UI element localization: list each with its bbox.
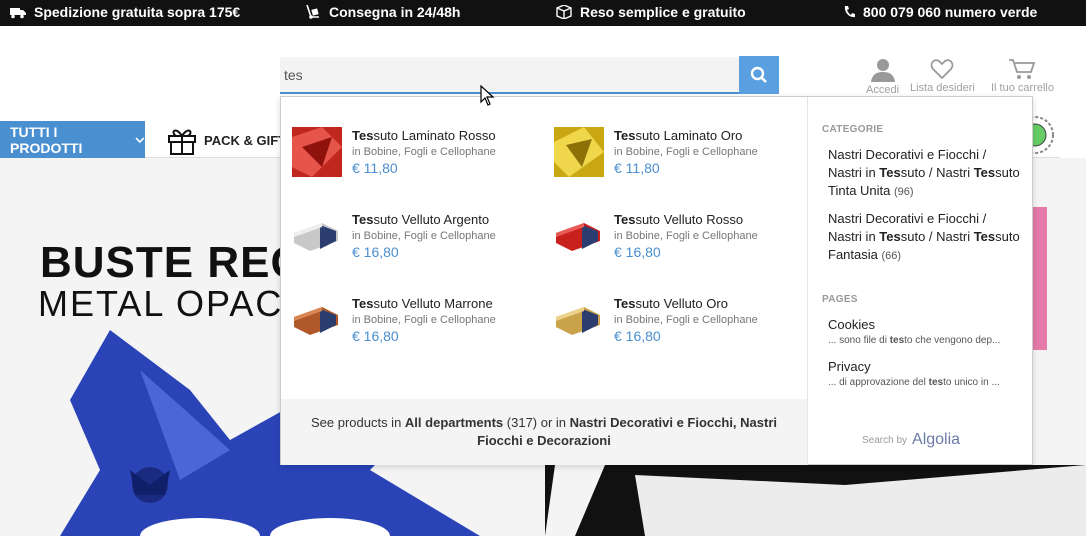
product-name: Tessuto Laminato Rosso xyxy=(352,128,496,143)
product-name: Tessuto Velluto Rosso xyxy=(614,212,744,227)
product-suggestion[interactable]: Tessuto Velluto Rosso in Bobine, Fogli e… xyxy=(543,204,805,264)
see-all-products-bar[interactable]: See products in All departments (317) or… xyxy=(281,399,807,465)
pages-header: PAGES xyxy=(822,294,858,305)
category-count: (66) xyxy=(881,250,902,262)
product-category: in Bobine, Fogli e Cellophane xyxy=(352,146,496,158)
product-thumbnail xyxy=(294,223,338,251)
suggestions-sidebar: CATEGORIE Nastri Decorativi e Fiocchi / … xyxy=(807,97,1033,465)
category-suggestion[interactable]: Nastri Decorativi e Fiocchi / Nastri in … xyxy=(828,146,1023,201)
heart-icon xyxy=(931,59,954,80)
all-products-label: TUTTI I PRODOTTI xyxy=(10,123,83,156)
pack-gift-label: PACK & GIFT xyxy=(204,132,287,148)
product-price: € 16,80 xyxy=(614,328,661,344)
shipping-info: Spedizione gratuita sopra 175€ xyxy=(10,0,240,26)
category-suggestion[interactable]: Nastri Decorativi e Fiocchi / Nastri in … xyxy=(828,210,1023,265)
category-count: (96) xyxy=(894,186,914,198)
product-name: Tessuto Velluto Oro xyxy=(614,296,728,311)
page-suggestion-title[interactable]: Cookies xyxy=(828,317,875,332)
truck-icon xyxy=(10,8,26,19)
hand-truck-icon xyxy=(306,5,319,19)
all-products-menu[interactable]: TUTTI I PRODOTTI xyxy=(0,121,145,158)
product-name: Tessuto Laminato Oro xyxy=(614,128,743,143)
box-icon xyxy=(556,5,572,19)
product-category: in Bobine, Fogli e Cellophane xyxy=(614,230,758,242)
product-suggestion[interactable]: Tessuto Velluto Argento in Bobine, Fogli… xyxy=(281,204,543,264)
product-thumbnail xyxy=(556,307,600,335)
product-price: € 11,80 xyxy=(614,160,660,176)
account-label: Accedi xyxy=(866,84,900,96)
product-price: € 16,80 xyxy=(352,244,399,260)
returns-info: Reso semplice e gratuito xyxy=(556,0,746,26)
algolia-logo: Algolia xyxy=(912,431,961,448)
product-suggestion[interactable]: Tessuto Velluto Oro in Bobine, Fogli e C… xyxy=(543,288,805,348)
product-suggestion[interactable]: Tessuto Laminato Rosso in Bobine, Fogli … xyxy=(281,120,543,180)
promo-strip xyxy=(1033,207,1047,350)
product-thumbnail xyxy=(294,307,338,335)
gift-icon xyxy=(168,129,196,155)
see-all-products-text: See products in All departments (317) or… xyxy=(310,415,778,448)
delivery-info: Consegna in 24/48h xyxy=(305,0,460,26)
product-thumbnail xyxy=(292,127,342,177)
search-by-label: Search by xyxy=(862,434,908,446)
account-link[interactable]: Accedi xyxy=(866,58,899,96)
product-price: € 16,80 xyxy=(352,328,399,344)
product-thumbnail xyxy=(554,127,604,177)
cart-icon xyxy=(1009,59,1036,79)
phone-text: 800 079 060 numero verde xyxy=(863,4,1038,20)
search-by-algolia[interactable]: Search by Algolia xyxy=(862,431,960,449)
wishlist-link[interactable]: Lista desideri xyxy=(910,58,975,94)
product-name: Tessuto Velluto Argento xyxy=(352,212,490,227)
product-suggestion[interactable]: Tessuto Velluto Marrone in Bobine, Fogli… xyxy=(281,288,543,348)
product-category: in Bobine, Fogli e Cellophane xyxy=(614,314,758,326)
product-price: € 11,80 xyxy=(352,160,398,176)
phone-icon xyxy=(844,6,855,18)
user-icon xyxy=(870,59,895,82)
product-suggestions: Tessuto Laminato Rosso in Bobine, Fogli … xyxy=(281,97,807,399)
search-input[interactable] xyxy=(280,57,739,92)
top-bar: Spedizione gratuita sopra 175€ Consegna … xyxy=(0,0,1086,26)
product-category: in Bobine, Fogli e Cellophane xyxy=(352,314,496,326)
product-category: in Bobine, Fogli e Cellophane xyxy=(614,146,758,158)
page: Spedizione gratuita sopra 175€ Consegna … xyxy=(0,0,1086,536)
chevron-down-icon xyxy=(135,136,145,143)
page-suggestion-snippet: ... di approvazione del testo unico in .… xyxy=(828,377,1000,388)
product-thumbnail xyxy=(556,223,600,251)
search-suggestions-dropdown: Tessuto Laminato Rosso in Bobine, Fogli … xyxy=(280,96,1033,465)
mouse-cursor-icon xyxy=(480,85,495,106)
page-suggestion-title[interactable]: Privacy xyxy=(828,359,871,374)
wishlist-label: Lista desideri xyxy=(910,82,975,94)
product-suggestion[interactable]: Tessuto Laminato Oro in Bobine, Fogli e … xyxy=(543,120,805,180)
page-suggestion-snippet: ... sono file di testo che vengono dep..… xyxy=(828,335,1001,346)
cart-link[interactable]: Il tuo carrello xyxy=(991,58,1054,94)
hero-box-image xyxy=(545,465,1086,536)
product-price: € 16,80 xyxy=(614,244,661,260)
product-category: in Bobine, Fogli e Cellophane xyxy=(352,230,496,242)
search-icon xyxy=(750,66,767,83)
delivery-text: Consegna in 24/48h xyxy=(329,4,461,20)
phone-info: 800 079 060 numero verde xyxy=(843,0,1037,26)
shipping-text: Spedizione gratuita sopra 175€ xyxy=(34,4,241,20)
cart-label: Il tuo carrello xyxy=(991,82,1054,94)
categories-header: CATEGORIE xyxy=(822,124,884,135)
pack-gift-menu[interactable]: PACK & GIFT xyxy=(166,124,286,156)
search-button[interactable] xyxy=(739,56,779,94)
search-field[interactable] xyxy=(280,57,739,94)
returns-text: Reso semplice e gratuito xyxy=(580,4,746,20)
hero-subtitle: METAL OPACO xyxy=(38,283,314,324)
all-departments-link[interactable]: All departments xyxy=(405,415,503,430)
product-name: Tessuto Velluto Marrone xyxy=(352,296,493,311)
